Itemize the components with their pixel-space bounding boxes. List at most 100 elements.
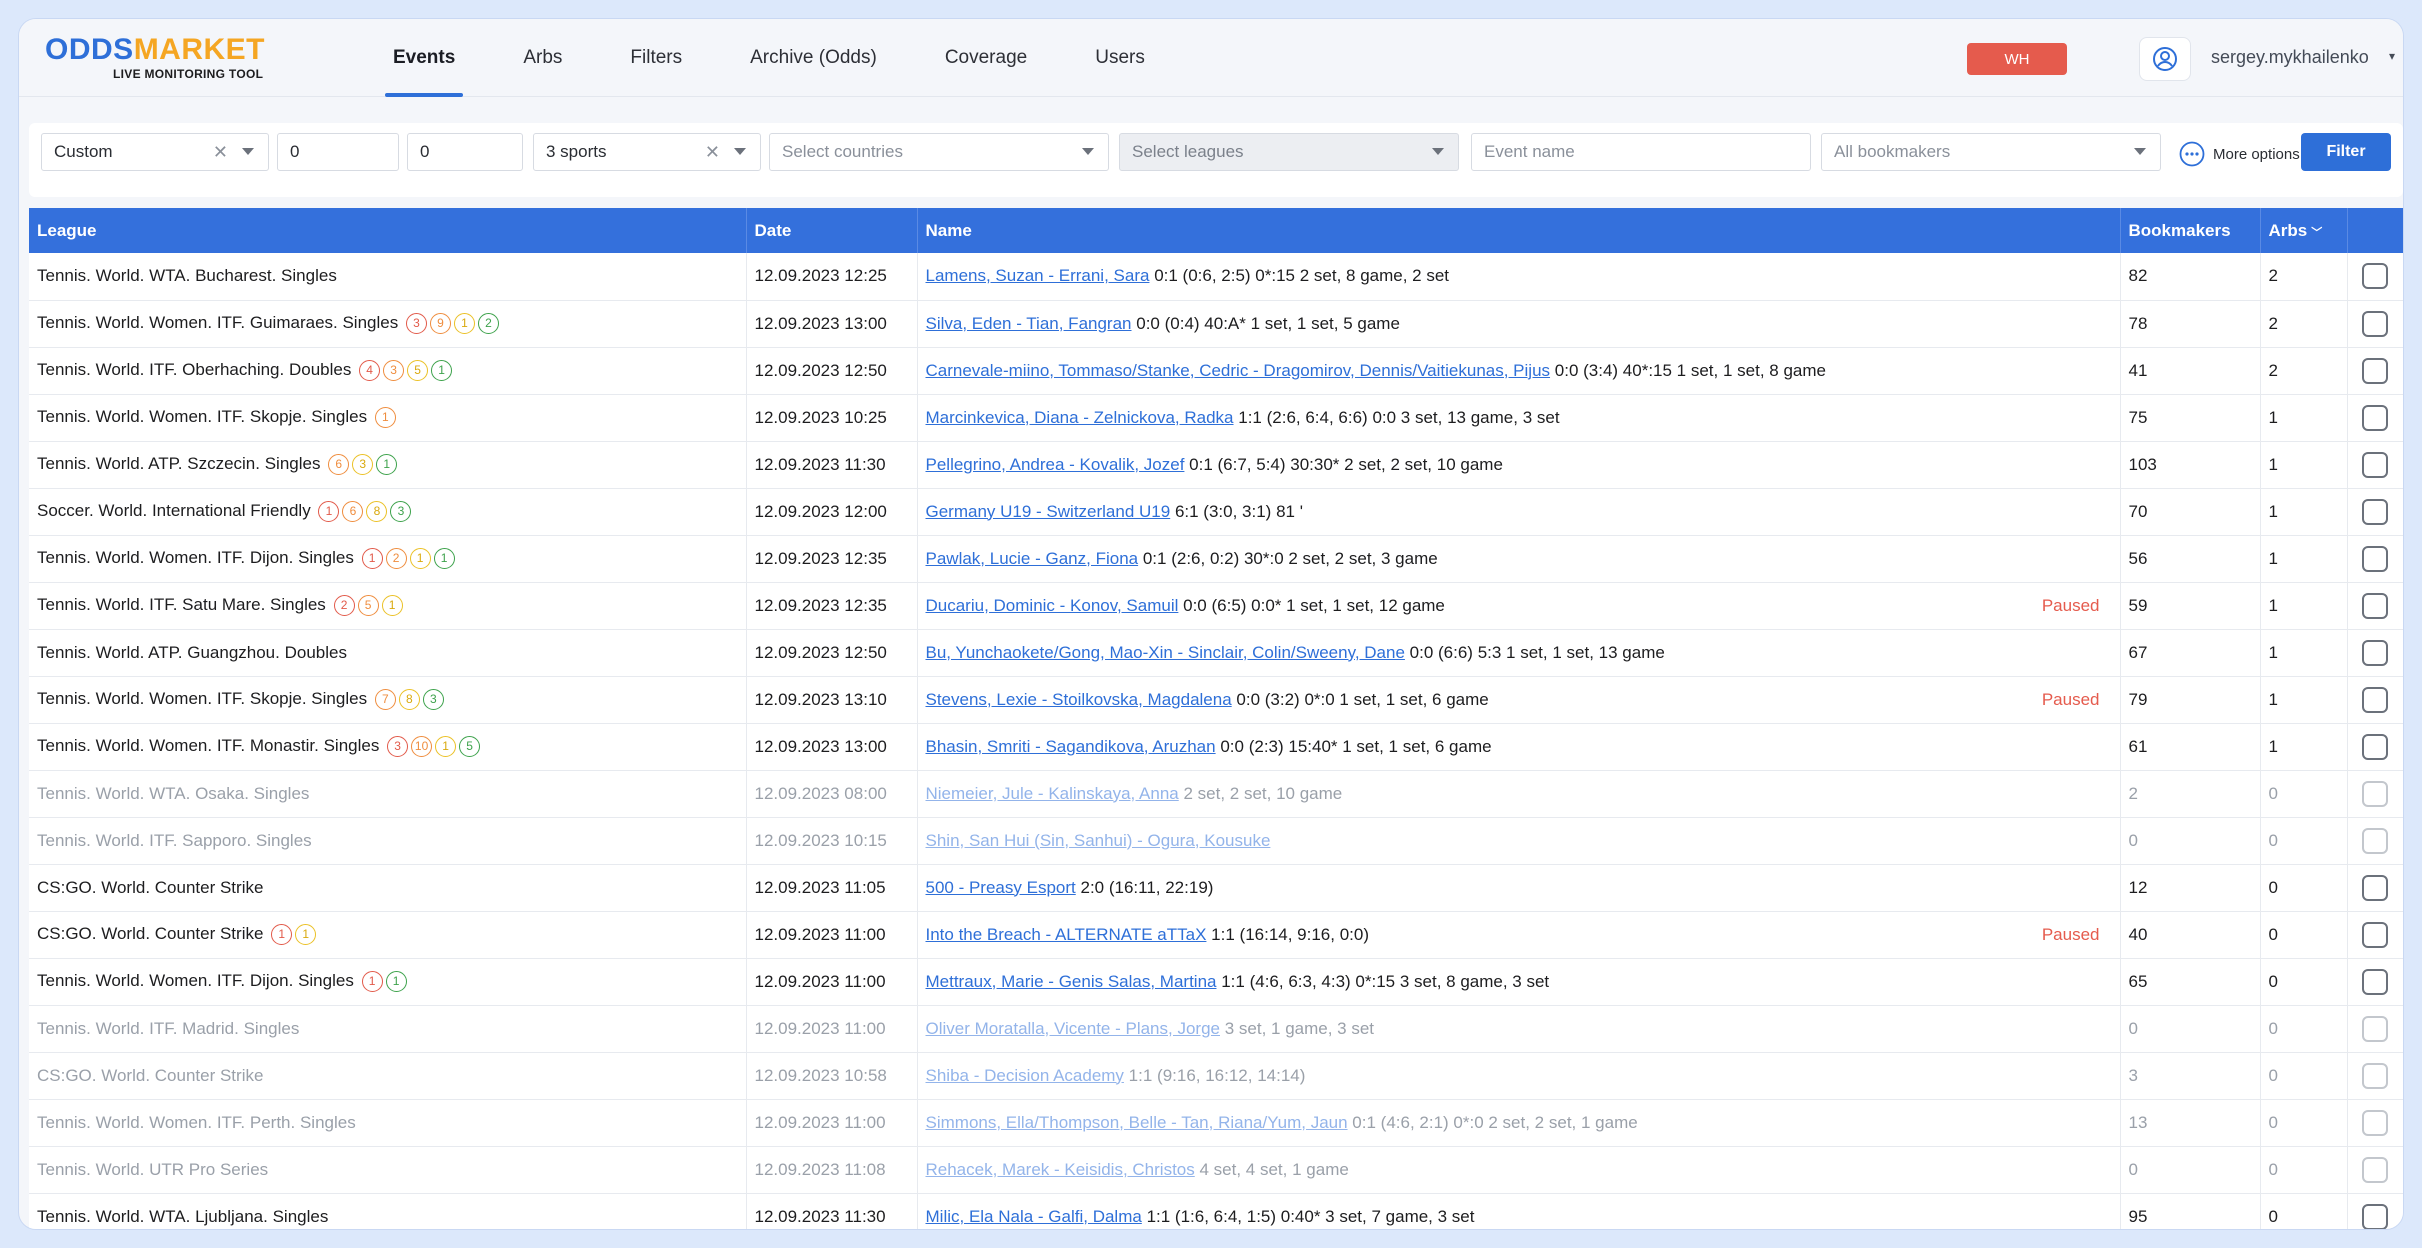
event-link[interactable]: Simmons, Ella/Thompson, Belle - Tan, Ria… xyxy=(926,1113,1348,1132)
col-arbs[interactable]: Arbs ﹀ xyxy=(2260,208,2348,253)
nav-arbs[interactable]: Arbs xyxy=(489,19,596,97)
row-checkbox[interactable] xyxy=(2362,498,2388,525)
row-checkbox[interactable] xyxy=(2362,1203,2388,1229)
table-row[interactable]: Tennis. World. ATP. Szczecin. Singles 63… xyxy=(29,441,2403,489)
username[interactable]: sergey.mykhailenko xyxy=(2211,47,2369,68)
table-row[interactable]: Tennis. World. Women. ITF. Monastir. Sin… xyxy=(29,723,2403,771)
event-link[interactable]: Ducariu, Dominic - Konov, Samuil xyxy=(926,596,1179,615)
wh-button[interactable]: WH xyxy=(1967,43,2067,75)
sports-select[interactable]: 3 sports ✕ xyxy=(533,133,761,171)
event-name-input[interactable]: Event name xyxy=(1471,133,1811,171)
more-options-button[interactable]: More options xyxy=(2179,141,2300,167)
row-checkbox[interactable] xyxy=(2362,827,2388,854)
league-name: Tennis. World. ATP. Szczecin. Singles xyxy=(37,453,321,473)
row-checkbox[interactable] xyxy=(2362,263,2388,290)
event-link[interactable]: Shiba - Decision Academy xyxy=(926,1066,1124,1085)
filter-button[interactable]: Filter xyxy=(2301,133,2391,171)
countries-select[interactable]: Select countries xyxy=(769,133,1109,171)
table-row[interactable]: CS:GO. World. Counter Strike 12.09.2023 … xyxy=(29,1052,2403,1100)
table-row[interactable]: Tennis. World. WTA. Osaka. Singles 12.09… xyxy=(29,770,2403,818)
row-checkbox[interactable] xyxy=(2362,592,2388,619)
event-link[interactable]: Germany U19 - Switzerland U19 xyxy=(926,502,1171,521)
cell-date: 12.09.2023 11:08 xyxy=(746,1146,918,1194)
row-checkbox[interactable] xyxy=(2362,1109,2388,1136)
col-arbs-label: Arbs xyxy=(2268,220,2308,240)
nav-filters[interactable]: Filters xyxy=(596,19,716,97)
row-checkbox[interactable] xyxy=(2362,968,2388,995)
event-link[interactable]: Shin, San Hui (Sin, Sanhui) - Ogura, Kou… xyxy=(926,831,1271,850)
row-checkbox[interactable] xyxy=(2362,1062,2388,1089)
count-badge: 2 xyxy=(385,548,407,569)
bookmakers-select[interactable]: All bookmakers xyxy=(1821,133,2161,171)
event-link[interactable]: Milic, Ela Nala - Galfi, Dalma xyxy=(926,1207,1142,1226)
table-row[interactable]: Soccer. World. International Friendly 16… xyxy=(29,488,2403,536)
table-row[interactable]: Tennis. World. Women. ITF. Skopje. Singl… xyxy=(29,676,2403,724)
cell-name: Lamens, Suzan - Errani, Sara 0:1 (0:6, 2… xyxy=(917,253,2121,301)
row-checkbox[interactable] xyxy=(2362,1156,2388,1183)
event-link[interactable]: Stevens, Lexie - Stoilkovska, Magdalena xyxy=(926,690,1232,709)
event-link[interactable]: Bhasin, Smriti - Sagandikova, Aruzhan xyxy=(926,737,1216,756)
event-link[interactable]: Mettraux, Marie - Genis Salas, Martina xyxy=(926,972,1217,991)
row-checkbox[interactable] xyxy=(2362,686,2388,713)
table-row[interactable]: Tennis. World. UTR Pro Series 12.09.2023… xyxy=(29,1146,2403,1194)
row-checkbox[interactable] xyxy=(2362,545,2388,572)
clear-sports-icon[interactable]: ✕ xyxy=(705,142,720,163)
col-date[interactable]: Date xyxy=(746,208,918,253)
table-row[interactable]: Tennis. World. ITF. Oberhaching. Doubles… xyxy=(29,347,2403,395)
row-checkbox[interactable] xyxy=(2362,451,2388,478)
nav-events[interactable]: Events xyxy=(359,19,489,97)
row-checkbox[interactable] xyxy=(2362,639,2388,666)
nav-archive-odds[interactable]: Archive (Odds) xyxy=(716,19,911,97)
event-link[interactable]: Silva, Eden - Tian, Fangran xyxy=(926,314,1132,333)
user-avatar-button[interactable] xyxy=(2139,37,2191,81)
table-row[interactable]: Tennis. World. WTA. Ljubljana. Singles 1… xyxy=(29,1193,2403,1229)
cell-name: Marcinkevica, Diana - Zelnickova, Radka … xyxy=(917,394,2121,442)
event-link[interactable]: Into the Breach - ALTERNATE aTTaX xyxy=(926,925,1207,944)
table-row[interactable]: Tennis. World. Women. ITF. Guimaraes. Si… xyxy=(29,300,2403,348)
row-checkbox[interactable] xyxy=(2362,921,2388,948)
table-row[interactable]: Tennis. World. Women. ITF. Skopje. Singl… xyxy=(29,394,2403,442)
row-checkbox[interactable] xyxy=(2362,780,2388,807)
event-link[interactable]: Pawlak, Lucie - Ganz, Fiona xyxy=(926,549,1139,568)
table-row[interactable]: CS:GO. World. Counter Strike 1 1 12.09.202… xyxy=(29,911,2403,959)
table-row[interactable]: Tennis. World. ITF. Madrid. Singles 12.0… xyxy=(29,1005,2403,1053)
event-link[interactable]: Rehacek, Marek - Keisidis, Christos xyxy=(926,1160,1195,1179)
event-link[interactable]: Bu, Yunchaokete/Gong, Mao-Xin - Sinclair… xyxy=(926,643,1405,662)
row-checkbox[interactable] xyxy=(2362,310,2388,337)
table-row[interactable]: Tennis. World. Women. ITF. Dijon. Single… xyxy=(29,958,2403,1006)
row-checkbox[interactable] xyxy=(2362,1015,2388,1042)
event-link[interactable]: Pellegrino, Andrea - Kovalik, Jozef xyxy=(926,455,1185,474)
table-row[interactable]: Tennis. World. Women. ITF. Dijon. Single… xyxy=(29,535,2403,583)
table-row[interactable]: Tennis. World. ITF. Sapporo. Singles 12.… xyxy=(29,817,2403,865)
event-score-info: 0:0 (6:5) 0:0* 1 set, 1 set, 12 game xyxy=(1183,595,1445,615)
count-badge: 1 xyxy=(361,548,383,569)
col-bookmakers[interactable]: Bookmakers xyxy=(2120,208,2261,253)
user-menu-chevron-icon[interactable]: ▾ xyxy=(2389,49,2395,63)
event-link[interactable]: 500 - Preasy Esport xyxy=(926,878,1076,897)
table-row[interactable]: Tennis. World. ITF. Satu Mare. Singles 2… xyxy=(29,582,2403,630)
table-row[interactable]: CS:GO. World. Counter Strike 12.09.2023 … xyxy=(29,864,2403,912)
cell-date: 12.09.2023 12:35 xyxy=(746,535,918,583)
event-link[interactable]: Lamens, Suzan - Errani, Sara xyxy=(926,266,1150,285)
leagues-select[interactable]: Select leagues xyxy=(1119,133,1459,171)
table-row[interactable]: Tennis. World. Women. ITF. Perth. Single… xyxy=(29,1099,2403,1147)
row-checkbox[interactable] xyxy=(2362,404,2388,431)
number-input-2[interactable]: 0 xyxy=(407,133,523,171)
col-name[interactable]: Name xyxy=(917,208,2121,253)
logo[interactable]: ODDSMARKET LIVE MONITORING TOOL xyxy=(45,35,265,82)
col-league[interactable]: League xyxy=(29,208,747,253)
event-link[interactable]: Niemeier, Jule - Kalinskaya, Anna xyxy=(926,784,1179,803)
table-row[interactable]: Tennis. World. ATP. Guangzhou. Doubles 1… xyxy=(29,629,2403,677)
event-link[interactable]: Marcinkevica, Diana - Zelnickova, Radka xyxy=(926,408,1234,427)
event-link[interactable]: Carnevale-miino, Tommaso/Stanke, Cedric … xyxy=(926,361,1551,380)
number-input-1[interactable]: 0 xyxy=(277,133,399,171)
period-select[interactable]: Custom ✕ xyxy=(41,133,269,171)
nav-coverage[interactable]: Coverage xyxy=(911,19,1061,97)
row-checkbox[interactable] xyxy=(2362,874,2388,901)
clear-period-icon[interactable]: ✕ xyxy=(213,142,228,163)
row-checkbox[interactable] xyxy=(2362,357,2388,384)
nav-users[interactable]: Users xyxy=(1061,19,1179,97)
row-checkbox[interactable] xyxy=(2362,733,2388,760)
event-link[interactable]: Oliver Moratalla, Vicente - Plans, Jorge xyxy=(926,1019,1220,1038)
table-row[interactable]: Tennis. World. WTA. Bucharest. Singles 1… xyxy=(29,253,2403,301)
